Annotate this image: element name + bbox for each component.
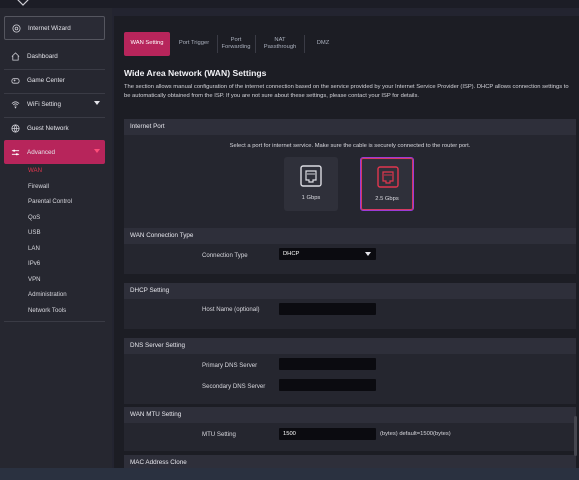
sidebar-item-label: WiFi Setting (27, 100, 61, 108)
chevron-down-icon (94, 101, 100, 105)
sidebar-item-label: Advanced (27, 148, 56, 156)
divider (255, 35, 256, 53)
primary-dns-input[interactable] (279, 358, 376, 370)
dhcp-section: Host Name (optional) (124, 299, 576, 329)
page-title: Wide Area Network (WAN) Settings (124, 68, 267, 78)
port-option-1gbps[interactable]: 1 Gbps (284, 157, 338, 211)
sidebar-item-label: Game Center (27, 76, 65, 84)
section-header-wan-connection: WAN Connection Type (124, 228, 576, 244)
port-option-2-5gbps[interactable]: 2.5 Gbps (360, 157, 414, 211)
scrollbar[interactable] (574, 416, 577, 456)
home-icon (11, 51, 20, 61)
sidebar-item-dashboard[interactable]: Dashboard (4, 44, 105, 68)
mtu-input[interactable] (279, 428, 376, 440)
sidebar-subitem-firewall[interactable]: Firewall (28, 183, 49, 190)
sidebar-subitem-vpn[interactable]: VPN (28, 276, 41, 283)
page-description: The section allows manual configuration … (124, 84, 569, 99)
mtu-label: MTU Setting (202, 431, 236, 438)
connection-type-label: Connection Type (202, 252, 248, 259)
ethernet-port-icon (300, 165, 322, 187)
tab-nat-passthrough[interactable]: NAT Passthrough (258, 32, 302, 56)
sidebar-item-wifi-setting[interactable]: WiFi Setting (4, 92, 105, 116)
ethernet-port-icon (377, 166, 399, 188)
connection-type-select[interactable]: DHCP (279, 248, 376, 260)
sidebar-item-game-center[interactable]: Game Center (4, 68, 105, 92)
section-header-dhcp: DHCP Setting (124, 283, 576, 299)
dns-section: Primary DNS Server Secondary DNS Server (124, 354, 576, 404)
gamepad-icon (11, 77, 20, 84)
section-header-mtu: WAN MTU Setting (124, 407, 576, 423)
sidebar-item-internet-wizard[interactable]: Internet Wizard (4, 16, 105, 40)
port-option-label: 2.5 Gbps (375, 196, 399, 202)
tab-dmz[interactable]: DMZ (308, 32, 338, 56)
wifi-icon (11, 100, 20, 108)
brand-logo-icon (17, 0, 29, 6)
mtu-hint: (bytes) default=1500(bytes) (380, 431, 451, 437)
sidebar-subitem-qos[interactable]: QoS (28, 214, 40, 221)
sidebar: Internet Wizard Dashboard Game Center Wi… (0, 8, 112, 480)
chevron-down-icon (365, 252, 371, 256)
host-name-label: Host Name (optional) (202, 306, 260, 313)
sidebar-subitem-ipv6[interactable]: IPv6 (28, 260, 40, 267)
tab-port-trigger[interactable]: Port Trigger (172, 32, 216, 56)
divider (4, 321, 105, 322)
connection-type-value: DHCP (283, 251, 300, 257)
host-name-input[interactable] (279, 303, 376, 315)
sidebar-subitem-parental-control[interactable]: Parental Control (28, 198, 72, 205)
secondary-dns-label: Secondary DNS Server (202, 383, 266, 390)
bottom-bar (0, 468, 579, 480)
sidebar-item-guest-network[interactable]: Guest Network (4, 116, 105, 140)
tab-port-forwarding[interactable]: Port Forwarding (219, 32, 253, 56)
globe-icon (12, 23, 21, 33)
wan-connection-section: Connection Type DHCP (124, 244, 576, 274)
sidebar-item-advanced[interactable]: Advanced (4, 140, 105, 164)
router-admin-window: Internet Wizard Dashboard Game Center Wi… (0, 0, 579, 480)
secondary-dns-input[interactable] (279, 379, 376, 391)
mtu-section: MTU Setting (bytes) default=1500(bytes) (124, 423, 576, 451)
sidebar-item-label: Guest Network (27, 124, 69, 132)
internet-port-section: Select a port for internet service. Make… (124, 135, 576, 229)
port-instruction: Select a port for internet service. Make… (229, 143, 471, 149)
tab-wan-setting[interactable]: WAN Setting (124, 32, 170, 56)
sidebar-subitem-administration[interactable]: Administration (28, 291, 67, 298)
globe-icon (11, 123, 20, 133)
sidebar-subitem-usb[interactable]: USB (28, 229, 41, 236)
sidebar-item-label: Internet Wizard (28, 24, 71, 32)
section-header-dns: DNS Server Setting (124, 338, 576, 354)
divider (304, 35, 305, 53)
section-header-internet-port: Internet Port (124, 119, 576, 135)
chevron-down-icon (94, 149, 100, 153)
top-bar (0, 0, 579, 8)
main-content: WAN Setting Port Trigger Port Forwarding… (114, 16, 579, 480)
divider (217, 35, 218, 53)
sliders-icon (11, 149, 20, 155)
sidebar-item-label: Dashboard (27, 52, 58, 60)
sidebar-subitem-wan[interactable]: WAN (28, 167, 42, 174)
primary-dns-label: Primary DNS Server (202, 362, 258, 369)
sidebar-subitem-lan[interactable]: LAN (28, 245, 40, 252)
port-option-label: 1 Gbps (301, 195, 321, 201)
sidebar-subitem-network-tools[interactable]: Network Tools (28, 307, 66, 314)
